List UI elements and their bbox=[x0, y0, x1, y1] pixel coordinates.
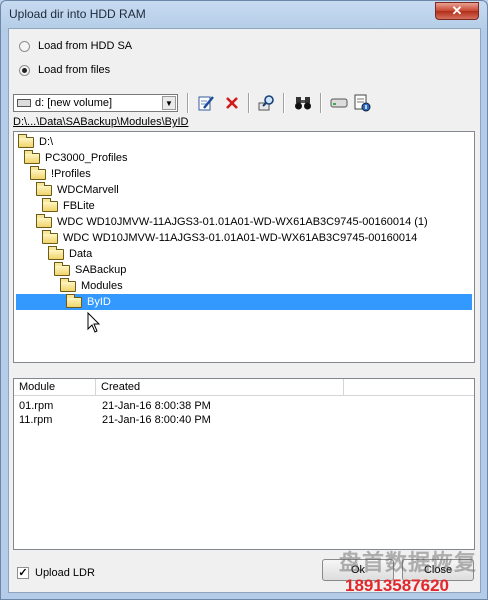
tree-item[interactable]: WDC WD10JMVW-11AJGS3-01.01A01-WD-WX61AB3… bbox=[42, 229, 418, 246]
folder-open-icon bbox=[42, 197, 58, 212]
tree-item-label: WDCMarvell bbox=[57, 184, 119, 196]
find-icon bbox=[258, 95, 274, 111]
drive-select[interactable]: d: [new volume] ▼ bbox=[13, 94, 178, 112]
upload-dir-dialog: Upload dir into HDD RAM ✕ Load from HDD … bbox=[0, 0, 488, 600]
column-header-module[interactable]: Module bbox=[14, 379, 96, 396]
folder-open-icon bbox=[42, 229, 58, 244]
toolbar-separator bbox=[320, 93, 322, 113]
toolbar-separator bbox=[187, 93, 189, 113]
radio-circle-checked[interactable] bbox=[19, 64, 30, 76]
folder-open-icon bbox=[60, 277, 76, 292]
find-button[interactable] bbox=[256, 92, 278, 114]
folder-tree[interactable]: D:\ PC3000_Profiles !Profiles WDCMarvell… bbox=[13, 131, 475, 363]
column-header-created[interactable]: Created bbox=[96, 379, 344, 396]
created-date: 21-Jan-16 8:00:40 PM bbox=[102, 414, 211, 426]
binoculars-button[interactable] bbox=[292, 92, 314, 114]
tree-item-label: PC3000_Profiles bbox=[45, 152, 128, 164]
tree-item-label: Data bbox=[69, 248, 93, 260]
folder-open-icon bbox=[36, 213, 52, 228]
drive-select-value: d: [new volume] bbox=[35, 97, 113, 109]
window-title: Upload dir into HDD RAM bbox=[9, 7, 146, 21]
upload-ldr-label: Upload LDR bbox=[35, 567, 95, 579]
folder-open-icon bbox=[24, 149, 40, 164]
list-item[interactable]: 11.rpm 21-Jan-16 8:00:40 PM bbox=[14, 413, 474, 427]
delete-icon bbox=[226, 97, 238, 109]
tree-item[interactable]: WDCMarvell bbox=[36, 181, 119, 198]
delete-button[interactable] bbox=[221, 92, 243, 114]
close-button[interactable]: Close bbox=[402, 559, 474, 581]
ok-button[interactable]: Ok bbox=[322, 559, 394, 581]
module-name: 11.rpm bbox=[19, 414, 53, 426]
created-date: 21-Jan-16 8:00:38 PM bbox=[102, 400, 211, 412]
folder-open-icon bbox=[54, 261, 70, 276]
tree-item[interactable]: Modules bbox=[60, 277, 123, 294]
properties-button[interactable] bbox=[351, 92, 373, 114]
folder-open-icon bbox=[36, 181, 52, 196]
tree-item-selected[interactable]: ByID bbox=[16, 293, 472, 310]
list-header: Module Created bbox=[14, 379, 474, 396]
upload-ldr-checkbox[interactable]: ✓ Upload LDR bbox=[17, 567, 95, 579]
tree-item-label: ByID bbox=[87, 296, 111, 308]
module-name: 01.rpm bbox=[19, 400, 54, 412]
tree-item[interactable]: WDC WD10JMVW-11AJGS3-01.01A01-WD-WX61AB3… bbox=[36, 213, 428, 230]
drive-icon bbox=[330, 98, 348, 108]
radio-label: Load from HDD SA bbox=[38, 40, 133, 52]
tree-item[interactable]: PC3000_Profiles bbox=[24, 149, 128, 166]
radio-load-from-files[interactable]: Load from files bbox=[19, 62, 110, 78]
title-bar[interactable]: Upload dir into HDD RAM ✕ bbox=[1, 1, 487, 27]
tree-item-label: D:\ bbox=[39, 136, 54, 148]
dialog-body: Load from HDD SA Load from files d: [new… bbox=[8, 28, 481, 593]
tree-item[interactable]: Data bbox=[48, 245, 93, 262]
radio-circle[interactable] bbox=[19, 40, 30, 52]
mouse-cursor-icon bbox=[87, 312, 101, 333]
chevron-down-icon[interactable]: ▼ bbox=[162, 96, 176, 110]
hard-drive-icon bbox=[17, 99, 31, 107]
radio-label: Load from files bbox=[38, 64, 111, 76]
tree-item-label: SABackup bbox=[75, 264, 127, 276]
module-file-list[interactable]: Module Created 01.rpm 21-Jan-16 8:00:38 … bbox=[13, 378, 475, 550]
edit-icon bbox=[198, 96, 214, 111]
tree-item-label: WDC WD10JMVW-11AJGS3-01.01A01-WD-WX61AB3… bbox=[63, 232, 418, 244]
folder-open-icon bbox=[30, 165, 46, 180]
current-path: D:\...\Data\SABackup\Modules\ByID bbox=[13, 116, 189, 128]
tree-item[interactable]: !Profiles bbox=[30, 165, 91, 182]
drive-button[interactable] bbox=[328, 92, 350, 114]
tree-item-label: WDC WD10JMVW-11AJGS3-01.01A01-WD-WX61AB3… bbox=[57, 216, 428, 228]
tree-item[interactable]: SABackup bbox=[54, 261, 127, 278]
radio-load-from-hdd-sa[interactable]: Load from HDD SA bbox=[19, 38, 132, 54]
toolbar-separator bbox=[248, 93, 250, 113]
tree-item[interactable]: FBLite bbox=[42, 197, 95, 214]
toolbar-separator bbox=[283, 93, 285, 113]
tree-item[interactable]: D:\ bbox=[18, 133, 54, 150]
folder-open-icon bbox=[48, 245, 64, 260]
folder-open-icon bbox=[18, 133, 34, 148]
folder-open-icon bbox=[66, 293, 82, 308]
window-close-button[interactable]: ✕ bbox=[435, 2, 479, 20]
tree-item-label: FBLite bbox=[63, 200, 95, 212]
edit-button[interactable] bbox=[195, 92, 217, 114]
binoculars-icon bbox=[295, 97, 311, 110]
list-item[interactable]: 01.rpm 21-Jan-16 8:00:38 PM bbox=[14, 399, 474, 413]
checkmark-icon[interactable]: ✓ bbox=[17, 567, 29, 579]
properties-icon bbox=[354, 94, 371, 112]
tree-item-label: !Profiles bbox=[51, 168, 91, 180]
tree-item-label: Modules bbox=[81, 280, 123, 292]
